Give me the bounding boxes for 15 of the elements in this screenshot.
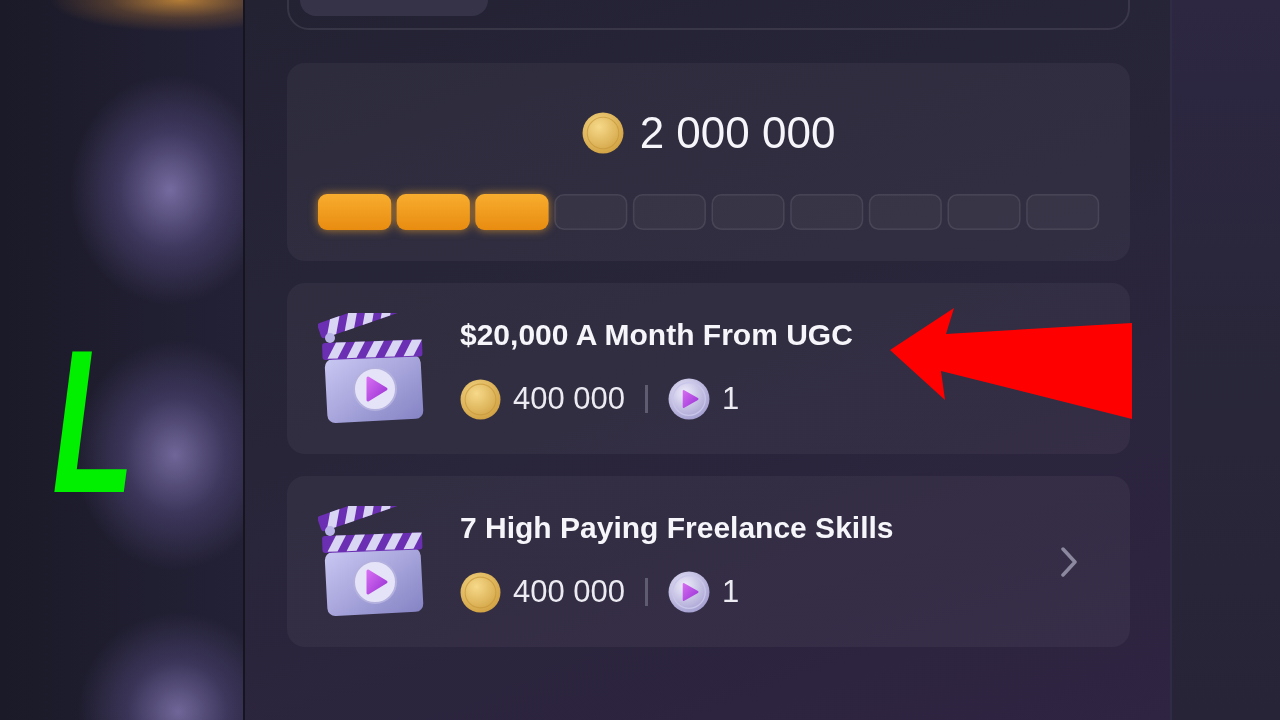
coin-icon — [581, 112, 624, 154]
overlay-letter: L — [52, 339, 135, 503]
coin-icon — [460, 571, 501, 613]
play-coin-icon — [668, 378, 711, 420]
coin-icon — [460, 378, 501, 420]
arrow-icon — [888, 306, 1132, 419]
play-coin-icon — [668, 571, 711, 613]
reward-amount: 400 000 — [513, 573, 626, 611]
reward-amount: 400 000 — [513, 380, 626, 418]
video-count: 1 — [722, 573, 740, 611]
video-count: 1 — [722, 380, 740, 418]
goal-amount: 2 000 000 — [639, 108, 836, 158]
lesson-title: $20,000 A Month From UGC — [460, 317, 853, 353]
lesson-title: 7 High Paying Freelance Skills — [460, 510, 894, 546]
lesson-card[interactable]: 7 High Paying Freelance Skills 400 000 1 — [287, 476, 1130, 647]
